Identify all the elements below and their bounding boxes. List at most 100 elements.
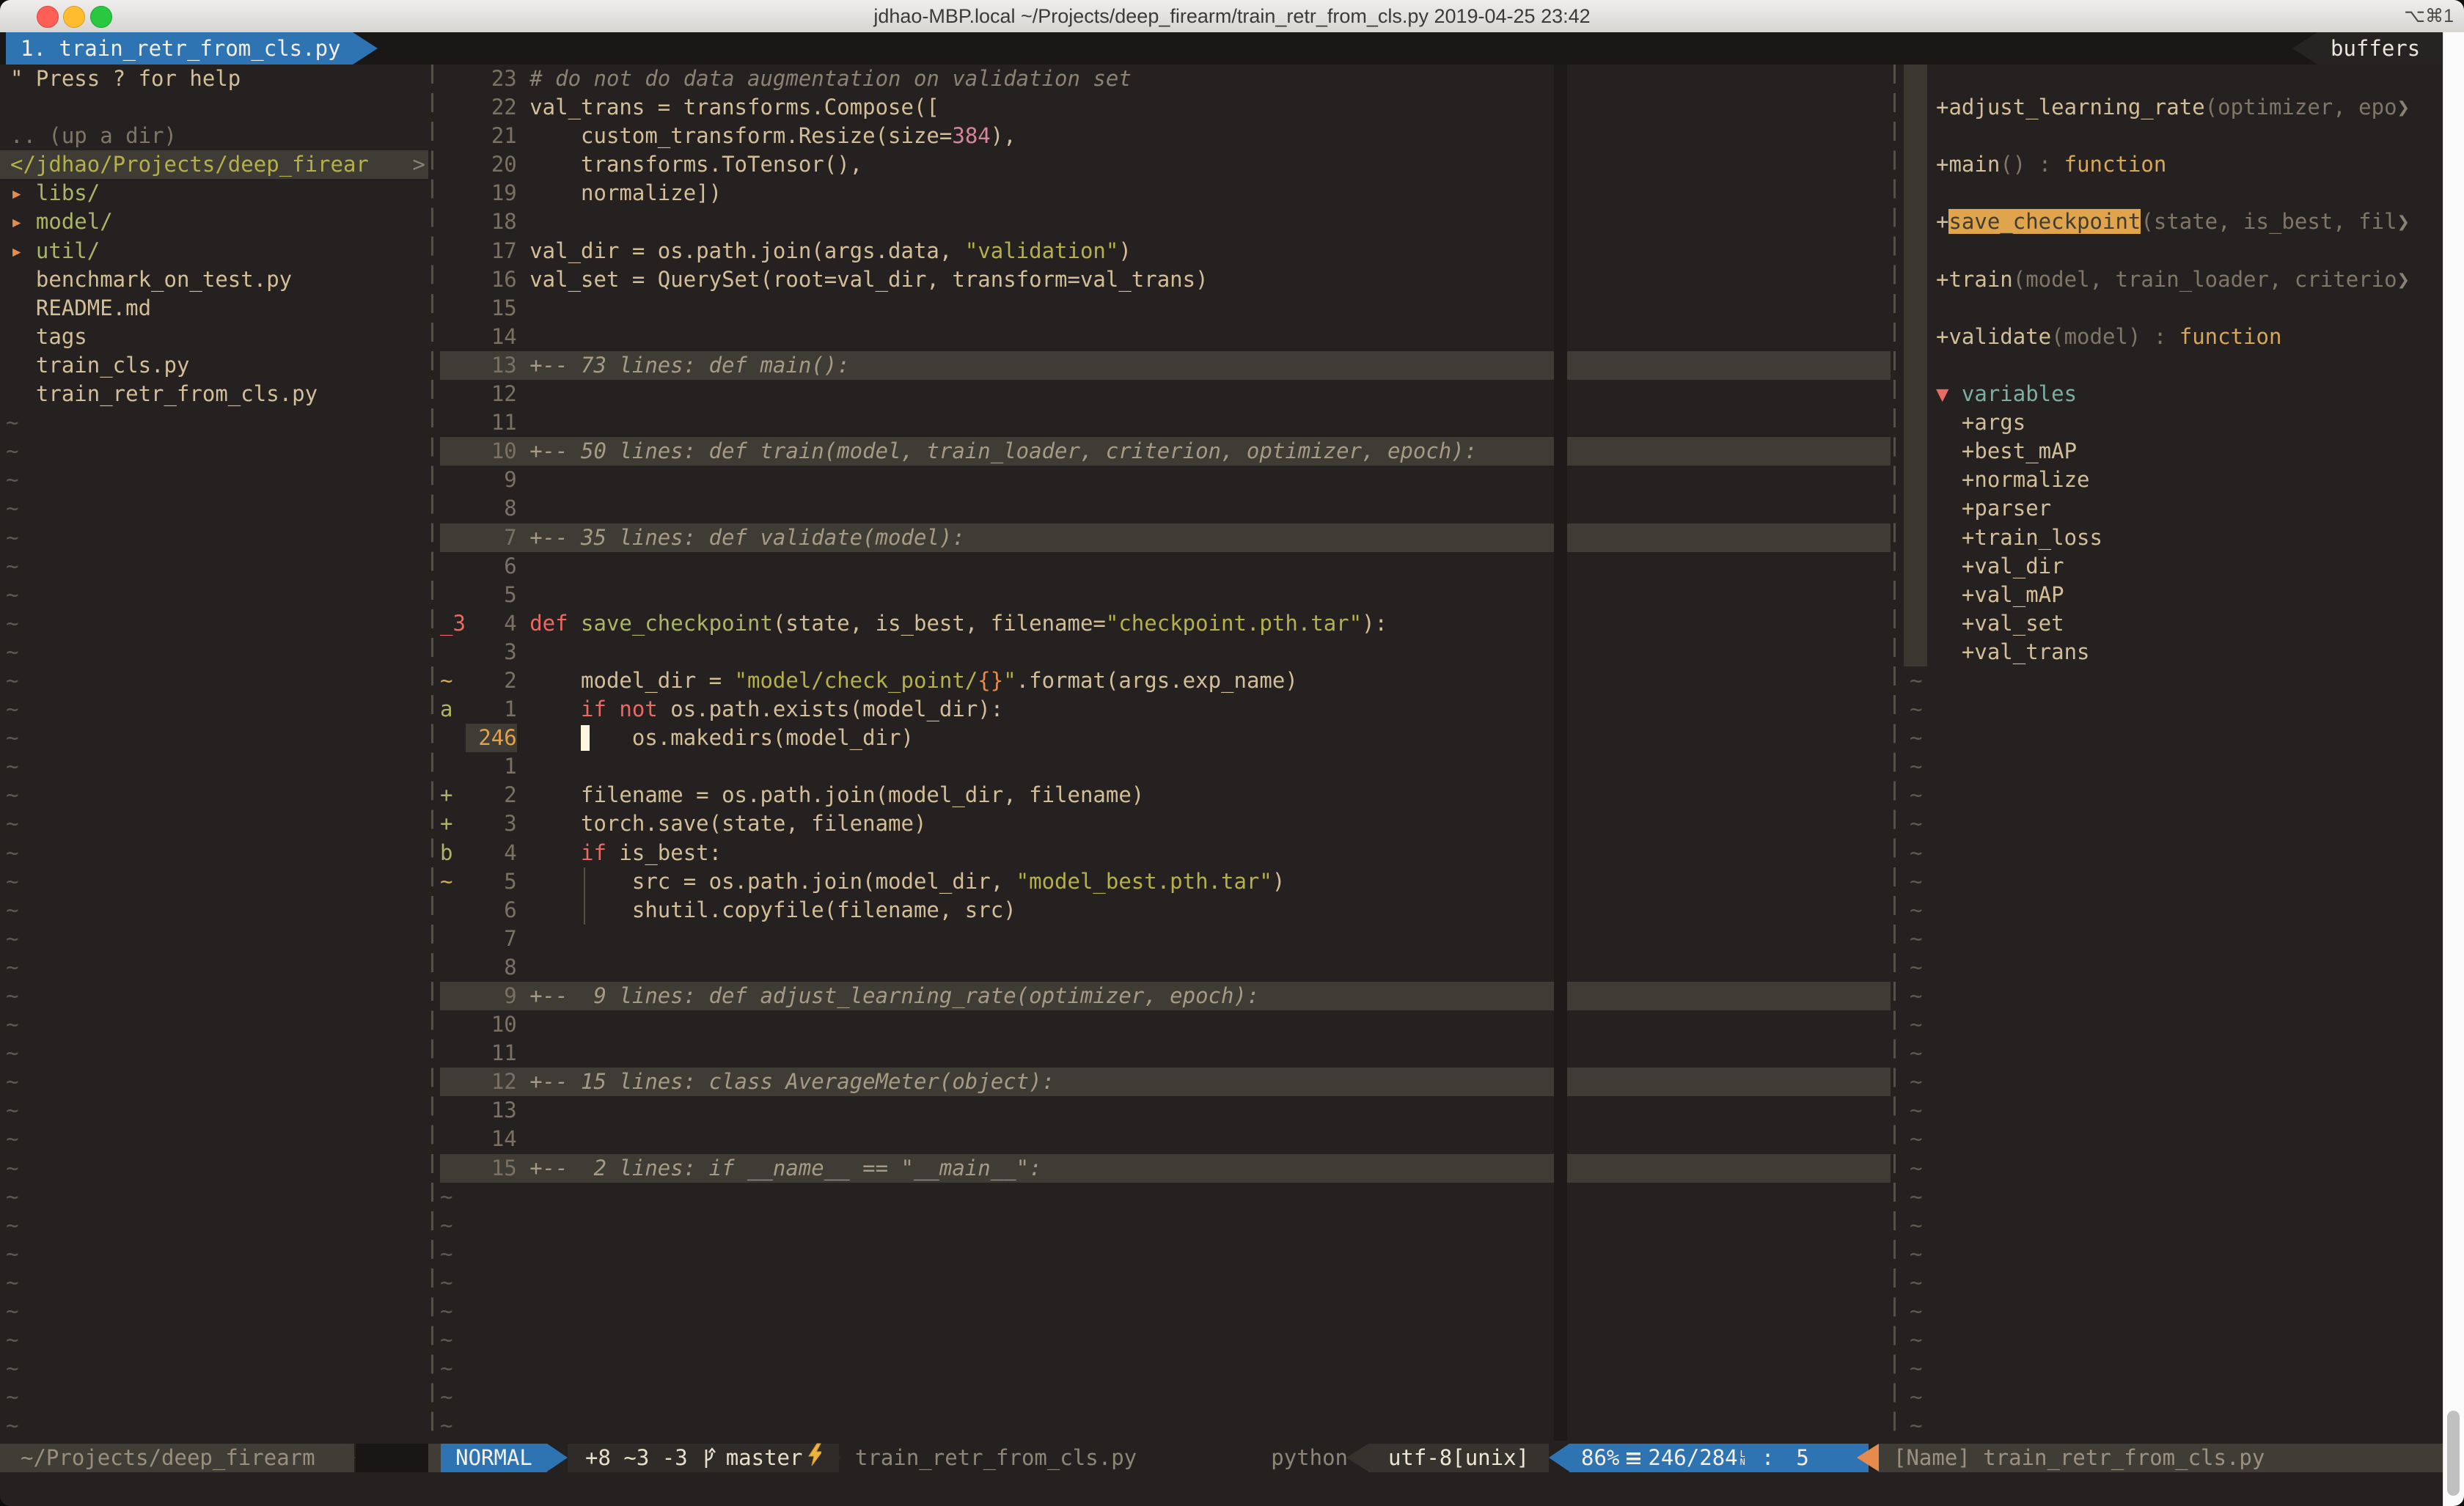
code-line[interactable]: 10 bbox=[440, 1010, 1891, 1039]
tagbar-row[interactable]: +train_loss bbox=[1904, 524, 2443, 552]
line-number: 11 bbox=[466, 408, 517, 437]
scrollbar-track[interactable] bbox=[2443, 32, 2464, 1506]
nerdtree-row[interactable]: </jdhao/Projects/deep_firear> bbox=[0, 150, 428, 179]
tagbar-row[interactable]: +parser bbox=[1904, 494, 2443, 523]
empty-line-tilde: ~ bbox=[1904, 1383, 2443, 1411]
macos-titlebar[interactable]: jdhao-MBP.local ~/Projects/deep_firearm/… bbox=[0, 0, 2464, 33]
line-number: 18 bbox=[466, 207, 517, 236]
tagbar-row[interactable] bbox=[1904, 65, 2443, 93]
tagbar-row[interactable]: +best_mAP bbox=[1904, 437, 2443, 466]
nerdtree-row[interactable]: README.md bbox=[0, 294, 428, 323]
line-number: 1 bbox=[466, 752, 517, 781]
code-line[interactable]: 7 bbox=[440, 925, 1891, 953]
command-line[interactable] bbox=[0, 1472, 2464, 1506]
code-line[interactable]: 12 bbox=[440, 380, 1891, 408]
tagbar-row[interactable] bbox=[1904, 294, 2443, 323]
empty-line-tilde: ~ bbox=[440, 1354, 1891, 1383]
nerdtree-row[interactable]: " Press ? for help bbox=[0, 65, 428, 93]
code-line[interactable]: _34 def save_checkpoint(state, is_best, … bbox=[440, 609, 1891, 638]
nerdtree-row[interactable]: train_retr_from_cls.py bbox=[0, 380, 428, 408]
cursor bbox=[581, 725, 590, 751]
empty-line-tilde: ~ bbox=[0, 752, 428, 781]
code-editor[interactable]: 23 # do not do data augmentation on vali… bbox=[440, 65, 1891, 1441]
code-line[interactable]: 6 shutil.copyfile(filename, src) bbox=[440, 896, 1891, 925]
tagbar-row[interactable] bbox=[1904, 237, 2443, 265]
scrollbar-thumb[interactable] bbox=[2447, 1411, 2460, 1496]
nerdtree-row[interactable]: ▸ model/ bbox=[0, 207, 428, 236]
code-line[interactable]: 16 val_set = QuerySet(root=val_dir, tran… bbox=[440, 265, 1891, 294]
code-line[interactable]: 19 normalize]) bbox=[440, 179, 1891, 207]
code-line[interactable]: +2 filename = os.path.join(model_dir, fi… bbox=[440, 781, 1891, 809]
tagbar-row[interactable]: +val_mAP bbox=[1904, 581, 2443, 609]
code-line[interactable]: a1 if not os.path.exists(model_dir): bbox=[440, 695, 1891, 724]
code-line[interactable]: 14 bbox=[440, 1125, 1891, 1153]
code-line[interactable]: 3 bbox=[440, 638, 1891, 666]
code-line[interactable]: 7 +-- 35 lines: def validate(model): bbox=[440, 524, 1891, 552]
code-line[interactable]: 11 bbox=[440, 1039, 1891, 1068]
nerdtree-row[interactable]: benchmark_on_test.py bbox=[0, 265, 428, 294]
nerdtree-row[interactable]: ▸ util/ bbox=[0, 237, 428, 265]
code-line[interactable]: 13 +-- 73 lines: def main(): bbox=[440, 351, 1891, 380]
tagbar-panel[interactable]: +adjust_learning_rate(optimizer, epo❯ +ma… bbox=[1904, 65, 2443, 1441]
tagbar-row[interactable]: +normalize bbox=[1904, 466, 2443, 494]
tagbar-row[interactable]: +save_checkpoint(state, is_best, fil❯ bbox=[1904, 207, 2443, 236]
sign-column: + bbox=[440, 781, 466, 809]
empty-line-tilde: ~ bbox=[0, 638, 428, 666]
tab-active[interactable]: 1. train_retr_from_cls.py bbox=[6, 32, 353, 65]
window-separator[interactable] bbox=[1893, 65, 1896, 1441]
tagbar-row[interactable]: +val_set bbox=[1904, 609, 2443, 638]
code-line[interactable]: 17 val_dir = os.path.join(args.data, "va… bbox=[440, 237, 1891, 265]
nerdtree-row[interactable]: ▸ libs/ bbox=[0, 179, 428, 207]
code-line[interactable]: 8 bbox=[440, 494, 1891, 523]
empty-line-tilde: ~ bbox=[0, 1354, 428, 1383]
tagbar-row[interactable]: +validate(model) : function bbox=[1904, 323, 2443, 351]
nerdtree-row[interactable] bbox=[0, 93, 428, 122]
tagbar-row[interactable]: +train(model, train_loader, criterio❯ bbox=[1904, 265, 2443, 294]
code-line[interactable]: 15 bbox=[440, 294, 1891, 323]
nerdtree-panel[interactable]: " Press ? for help .. (up a dir)</jdhao/P… bbox=[0, 65, 428, 1441]
nerdtree-row[interactable]: train_cls.py bbox=[0, 351, 428, 380]
code-line[interactable]: 22 val_trans = transforms.Compose([ bbox=[440, 93, 1891, 122]
code-line[interactable]: 14 bbox=[440, 323, 1891, 351]
code-line[interactable]: 10 +-- 50 lines: def train(model, train_… bbox=[440, 437, 1891, 466]
code-line[interactable]: 9 bbox=[440, 466, 1891, 494]
tagbar-row[interactable]: +val_dir bbox=[1904, 552, 2443, 581]
code-line[interactable]: 23 # do not do data augmentation on vali… bbox=[440, 65, 1891, 93]
tagbar-row[interactable] bbox=[1904, 351, 2443, 380]
tagbar-row[interactable]: +val_trans bbox=[1904, 638, 2443, 666]
tagbar-row[interactable]: +main() : function bbox=[1904, 150, 2443, 179]
code-line[interactable]: 12 +-- 15 lines: class AverageMeter(obje… bbox=[440, 1068, 1891, 1096]
code-line[interactable]: 18 bbox=[440, 207, 1891, 236]
tagbar-row[interactable]: +adjust_learning_rate(optimizer, epo❯ bbox=[1904, 93, 2443, 122]
code-line[interactable]: 21 custom_transform.Resize(size=384), bbox=[440, 122, 1891, 150]
code-line[interactable]: 1 bbox=[440, 752, 1891, 781]
empty-line-tilde: ~ bbox=[0, 953, 428, 982]
code-line[interactable]: ~5 src = os.path.join(model_dir, "model_… bbox=[440, 867, 1891, 896]
nerdtree-row[interactable]: .. (up a dir) bbox=[0, 122, 428, 150]
code-line[interactable]: ~2 model_dir = "model/check_point/{}".fo… bbox=[440, 666, 1891, 695]
empty-line-tilde: ~ bbox=[0, 1268, 428, 1297]
code-line[interactable]: 13 bbox=[440, 1096, 1891, 1125]
code-line[interactable]: 20 transforms.ToTensor(), bbox=[440, 150, 1891, 179]
empty-line-tilde: ~ bbox=[0, 1010, 428, 1039]
code-line[interactable]: 246 os.makedirs(model_dir) bbox=[440, 724, 1891, 752]
tagbar-row[interactable] bbox=[1904, 122, 2443, 150]
code-line[interactable]: 5 bbox=[440, 581, 1891, 609]
code-line[interactable]: 6 bbox=[440, 552, 1891, 581]
tagbar-row[interactable]: +args bbox=[1904, 408, 2443, 437]
empty-line-tilde: ~ bbox=[0, 1411, 428, 1440]
tagbar-row[interactable] bbox=[1904, 179, 2443, 207]
code-line[interactable]: 11 bbox=[440, 408, 1891, 437]
empty-line-tilde: ~ bbox=[0, 524, 428, 552]
empty-line-tilde: ~ bbox=[1904, 896, 2443, 925]
nerdtree-row[interactable]: tags bbox=[0, 323, 428, 351]
line-number: 2 bbox=[466, 781, 517, 809]
line-number: 20 bbox=[466, 150, 517, 179]
tagbar-row[interactable]: ▼ variables bbox=[1904, 380, 2443, 408]
code-line[interactable]: b4 if is_best: bbox=[440, 839, 1891, 867]
code-line[interactable]: 9 +-- 9 lines: def adjust_learning_rate(… bbox=[440, 982, 1891, 1010]
window-separator[interactable] bbox=[431, 65, 433, 1441]
code-line[interactable]: 15 +-- 2 lines: if __name__ == "__main__… bbox=[440, 1154, 1891, 1183]
code-line[interactable]: +3 torch.save(state, filename) bbox=[440, 809, 1891, 838]
code-line[interactable]: 8 bbox=[440, 953, 1891, 982]
